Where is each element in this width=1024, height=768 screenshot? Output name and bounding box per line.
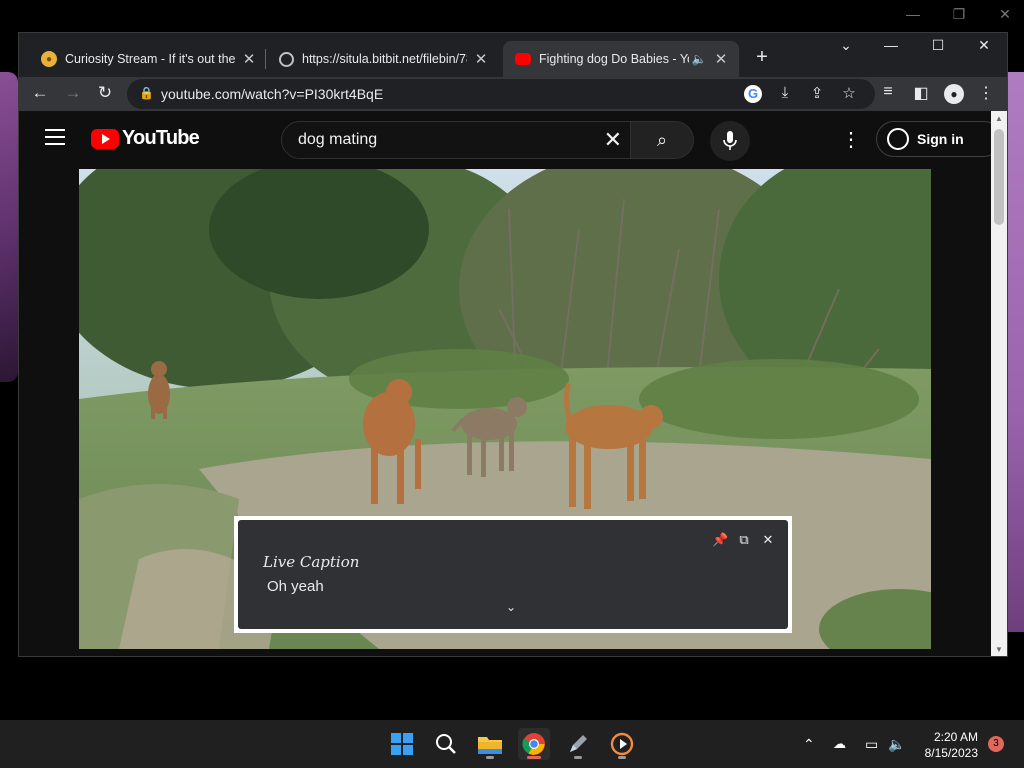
tab-separator bbox=[265, 49, 266, 69]
start-button[interactable] bbox=[386, 728, 418, 760]
sign-in-button[interactable]: Sign in bbox=[876, 121, 991, 157]
search-button[interactable]: ⌕ bbox=[630, 121, 694, 159]
active-indicator bbox=[527, 756, 541, 759]
minimize-icon[interactable]: — bbox=[904, 6, 922, 23]
clock-time: 2:20 AM bbox=[933, 730, 978, 744]
close-window-icon[interactable]: ✕ bbox=[972, 37, 996, 54]
audio-playing-icon[interactable]: 🔈 bbox=[691, 52, 707, 66]
live-caption-title: Live Caption bbox=[263, 553, 360, 571]
maximize-icon[interactable]: ☐ bbox=[926, 37, 950, 54]
tab-title: Fighting dog Do Babies - YouTube bbox=[539, 52, 689, 66]
show-hidden-icons-icon[interactable]: ⌃ bbox=[803, 736, 815, 753]
live-caption-text: Oh yeah bbox=[267, 578, 324, 595]
wallpaper-left bbox=[0, 72, 18, 382]
clear-search-icon[interactable]: ✕ bbox=[604, 127, 622, 153]
install-app-icon[interactable]: ⤓ bbox=[775, 84, 795, 101]
network-icon[interactable]: ▭ bbox=[865, 736, 878, 753]
page-scrollbar[interactable]: ▲ ▼ bbox=[991, 111, 1007, 656]
youtube-play-icon bbox=[91, 128, 119, 149]
tab-search-icon[interactable]: ⌄ bbox=[834, 37, 858, 54]
scroll-up-icon[interactable]: ▲ bbox=[995, 114, 1003, 123]
share-icon[interactable]: ⇪ bbox=[807, 84, 827, 102]
account-icon bbox=[887, 128, 909, 150]
search-box: ✕ bbox=[281, 121, 631, 159]
notification-badge[interactable]: 3 bbox=[988, 736, 1004, 752]
live-caption-bubble: 📌 ⧉ ✕ Live Caption Oh yeah ⌄ bbox=[234, 516, 792, 633]
media-player-button[interactable] bbox=[606, 728, 638, 760]
browser-toolbar: ← → ↻ 🔒 youtube.com/watch?v=PI30krt4BqE … bbox=[19, 77, 1007, 111]
tab-close-icon[interactable]: ✕ bbox=[473, 50, 489, 68]
dog-sitting bbox=[148, 361, 170, 419]
pen-icon bbox=[570, 735, 587, 752]
scroll-down-icon[interactable]: ▼ bbox=[995, 645, 1003, 654]
menu-icon[interactable] bbox=[45, 129, 65, 145]
youtube-logo[interactable]: YouTube bbox=[91, 127, 200, 150]
pin-icon[interactable]: 📌 bbox=[712, 532, 728, 548]
reload-icon[interactable]: ↻ bbox=[94, 83, 116, 103]
bookmark-star-icon[interactable]: ☆ bbox=[839, 84, 859, 102]
tab-title: https://situla.bitbit.net/filebin/78 bbox=[302, 52, 467, 66]
youtube-icon bbox=[515, 53, 531, 65]
back-icon[interactable]: ← bbox=[29, 83, 51, 103]
lightbulb-icon: ● bbox=[41, 51, 57, 67]
sign-in-label: Sign in bbox=[917, 131, 964, 147]
tab-curiosity-stream[interactable]: ● Curiosity Stream - If it's out there ✕ bbox=[29, 41, 267, 77]
restore-icon[interactable]: ❐ bbox=[950, 6, 968, 23]
profile-icon[interactable]: ● bbox=[944, 84, 964, 104]
background-window-controls: — ❐ ✕ bbox=[904, 6, 1014, 23]
windows-logo-icon bbox=[391, 733, 413, 755]
search-input[interactable] bbox=[298, 131, 578, 149]
chevron-down-icon[interactable]: ⌄ bbox=[506, 600, 516, 614]
forward-icon[interactable]: → bbox=[62, 83, 84, 103]
clock-date: 8/15/2023 bbox=[924, 746, 978, 760]
taskbar-search-button[interactable] bbox=[430, 728, 462, 760]
scrollbar-thumb[interactable] bbox=[994, 129, 1004, 225]
tab-strip: ● Curiosity Stream - If it's out there ✕… bbox=[19, 33, 1007, 77]
minimize-icon[interactable]: — bbox=[879, 37, 903, 53]
tab-close-icon[interactable]: ✕ bbox=[241, 50, 257, 68]
chrome-menu-icon[interactable]: ⋮ bbox=[975, 83, 997, 103]
tab-close-icon[interactable]: ✕ bbox=[713, 50, 729, 68]
new-tab-button[interactable]: + bbox=[751, 46, 773, 69]
expand-icon[interactable]: ⧉ bbox=[736, 532, 752, 548]
address-bar[interactable]: 🔒 youtube.com/watch?v=PI30krt4BqE G ⤓ ⇪ … bbox=[127, 79, 875, 109]
volume-icon[interactable]: 🔈 bbox=[888, 736, 905, 753]
folder-icon bbox=[478, 737, 502, 754]
chrome-taskbar-button[interactable] bbox=[518, 728, 550, 760]
media-player-icon bbox=[610, 732, 634, 756]
running-indicator bbox=[486, 756, 494, 759]
tab-title: Curiosity Stream - If it's out there bbox=[65, 52, 235, 66]
media-controls-icon[interactable]: ≡ bbox=[877, 83, 899, 101]
file-explorer-button[interactable] bbox=[474, 728, 506, 760]
microphone-icon bbox=[723, 131, 737, 150]
close-caption-icon[interactable]: ✕ bbox=[760, 532, 776, 548]
side-panel-icon[interactable]: ◧ bbox=[910, 83, 932, 103]
windows-taskbar: ⌃ ☁ ▭ 🔈 2:20 AM 8/15/2023 3 bbox=[0, 720, 1024, 768]
wallpaper-right bbox=[1006, 72, 1024, 632]
tab-situla-filebin[interactable]: https://situla.bitbit.net/filebin/78 ✕ bbox=[267, 41, 499, 77]
system-clock[interactable]: 2:20 AM 8/15/2023 bbox=[920, 729, 978, 761]
youtube-logo-text: YouTube bbox=[122, 127, 200, 149]
chrome-icon bbox=[522, 733, 545, 755]
google-lens-icon[interactable]: G bbox=[744, 85, 762, 103]
running-indicator bbox=[574, 756, 582, 759]
more-options-icon[interactable]: ⋮ bbox=[841, 127, 861, 152]
lock-icon[interactable]: 🔒 bbox=[139, 86, 154, 100]
search-icon: ⌕ bbox=[656, 130, 668, 150]
onedrive-icon[interactable]: ☁ bbox=[833, 736, 846, 752]
youtube-header: YouTube ✕ ⌕ ⋮ Sign in bbox=[19, 111, 991, 167]
tab-fighting-dog-youtube[interactable]: Fighting dog Do Babies - YouTube 🔈 ✕ bbox=[503, 41, 739, 77]
search-icon bbox=[436, 734, 456, 754]
globe-icon bbox=[279, 51, 294, 67]
url-text[interactable]: youtube.com/watch?v=PI30krt4BqE bbox=[161, 86, 383, 102]
close-icon[interactable]: ✕ bbox=[996, 6, 1014, 23]
running-indicator bbox=[618, 756, 626, 759]
pen-app-button[interactable] bbox=[562, 728, 594, 760]
voice-search-button[interactable] bbox=[710, 121, 750, 161]
